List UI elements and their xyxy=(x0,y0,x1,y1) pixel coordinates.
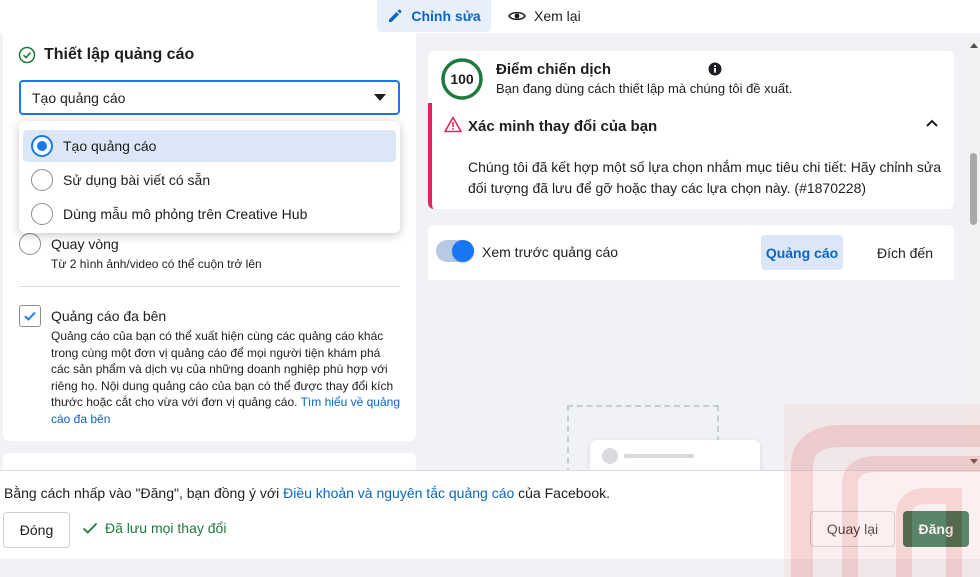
ad-setup-panel: Thiết lập quảng cáo Tạo quảng cáo Quay v… xyxy=(3,33,416,441)
chevron-up-icon[interactable] xyxy=(926,119,938,127)
pencil-icon xyxy=(389,9,402,22)
ad-setup-select-value: Tạo quảng cáo xyxy=(32,89,126,106)
saved-status-label: Đã lưu mọi thay đổi xyxy=(105,520,227,536)
terms-prefix: Bằng cách nhấp vào "Đăng", bạn đồng ý vớ… xyxy=(4,485,284,501)
carousel-radio[interactable] xyxy=(19,233,41,255)
tab-destination[interactable]: Đích đến xyxy=(860,235,950,270)
campaign-score-title: Điểm chiến dịch xyxy=(496,61,612,78)
close-button[interactable]: Đóng xyxy=(3,512,70,548)
top-bar: Chỉnh sửa Xem lại xyxy=(0,0,980,33)
warning-icon xyxy=(444,116,462,133)
tab-review-label: Xem lại xyxy=(534,8,581,24)
tab-edit[interactable]: Chỉnh sửa xyxy=(377,0,491,32)
checkmark-icon xyxy=(24,311,36,321)
preview-area xyxy=(428,280,954,500)
saved-status: Đã lưu mọi thay đổi xyxy=(82,520,226,536)
footer-bar: Bằng cách nhấp vào "Đăng", bạn đồng ý vớ… xyxy=(0,470,980,577)
ad-setup-title: Thiết lập quảng cáo xyxy=(44,46,195,63)
ad-setup-dropdown: Tạo quảng cáo Sử dụng bài viết có sẵn Dù… xyxy=(19,121,400,233)
dropdown-option-label: Dùng mẫu mô phỏng trên Creative Hub xyxy=(63,206,308,222)
dropdown-option-existing-post[interactable]: Sử dụng bài viết có sẵn xyxy=(23,164,396,196)
tab-edit-label: Chỉnh sửa xyxy=(411,8,481,24)
placeholder-line xyxy=(624,454,694,458)
terms-link[interactable]: Điều khoản và nguyên tắc quảng cáo xyxy=(283,485,514,501)
preview-toggle[interactable] xyxy=(436,240,474,262)
eye-icon xyxy=(508,11,526,21)
caret-down-icon xyxy=(374,94,386,101)
creative-hub-radio[interactable] xyxy=(31,203,53,225)
campaign-score-subtitle: Bạn đang dùng cách thiết lập mà chúng tô… xyxy=(496,81,793,96)
campaign-score-card: 100 Điểm chiến dịch Bạn đang dùng cách t… xyxy=(428,51,954,103)
divider xyxy=(19,286,400,287)
ad-setup-select[interactable]: Tạo quảng cáo xyxy=(19,80,400,115)
tab-review[interactable]: Xem lại xyxy=(508,0,581,32)
terms-text: Bằng cách nhấp vào "Đăng", bạn đồng ý vớ… xyxy=(4,485,610,501)
ad-preview-card: Xem trước quảng cáo Quảng cáo Đích đến xyxy=(428,225,954,500)
preview-toggle-label: Xem trước quảng cáo xyxy=(482,244,619,260)
campaign-score-value: 100 xyxy=(450,71,474,87)
back-button[interactable]: Quay lại xyxy=(810,511,895,547)
multi-advertiser-checkbox[interactable] xyxy=(19,305,41,327)
check-icon xyxy=(82,522,98,534)
dropdown-option-create-ad[interactable]: Tạo quảng cáo xyxy=(23,130,396,162)
multi-advertiser-label: Quảng cáo đa bên xyxy=(51,308,167,324)
publish-button[interactable]: Đăng xyxy=(903,511,969,547)
tab-ad-preview[interactable]: Quảng cáo xyxy=(761,235,843,270)
existing-post-radio[interactable] xyxy=(31,169,53,191)
scroll-up-arrow-icon[interactable] xyxy=(970,43,978,48)
multi-advertiser-description: Quảng cáo của bạn có thể xuất hiện cùng … xyxy=(51,328,401,427)
carousel-label: Quay vòng xyxy=(51,236,119,252)
placeholder-avatar xyxy=(602,448,618,464)
ad-setup-header: Thiết lập quảng cáo xyxy=(18,46,194,64)
scroll-thumb[interactable] xyxy=(970,153,977,225)
scrollbar[interactable] xyxy=(967,40,980,470)
bottom-edge xyxy=(0,559,980,577)
create-ad-radio[interactable] xyxy=(31,135,53,157)
dropdown-option-creative-hub[interactable]: Dùng mẫu mô phỏng trên Creative Hub xyxy=(23,198,396,230)
verify-message: Chúng tôi đã kết hợp một số lựa chọn nhắ… xyxy=(468,159,942,196)
verify-changes-card: Xác minh thay đổi của bạn Chúng tôi đã k… xyxy=(428,103,954,209)
check-circle-icon xyxy=(18,46,36,64)
carousel-description: Từ 2 hình ảnh/video có thể cuộn trở lên xyxy=(51,257,262,271)
scroll-down-arrow-icon[interactable] xyxy=(970,459,978,464)
info-icon[interactable] xyxy=(708,62,722,76)
terms-suffix: của Facebook. xyxy=(514,485,610,501)
verify-title: Xác minh thay đổi của bạn xyxy=(468,118,658,135)
dropdown-option-label: Sử dụng bài viết có sẵn xyxy=(63,172,211,188)
dropdown-option-label: Tạo quảng cáo xyxy=(63,138,157,154)
